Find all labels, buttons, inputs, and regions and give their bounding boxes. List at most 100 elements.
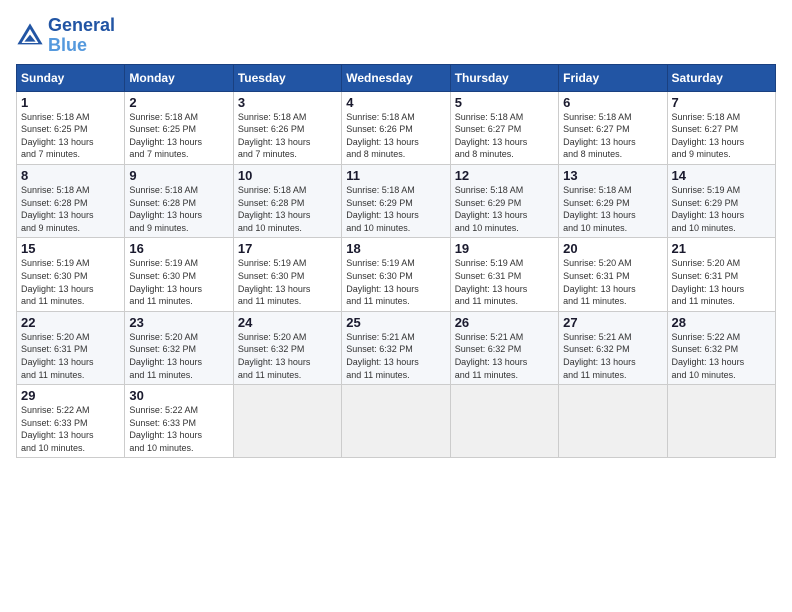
day-number: 19	[455, 241, 554, 256]
header-cell-monday: Monday	[125, 64, 233, 91]
day-info: Sunrise: 5:20 AMSunset: 6:31 PMDaylight:…	[563, 258, 636, 306]
calendar-cell: 12 Sunrise: 5:18 AMSunset: 6:29 PMDayligh…	[450, 164, 558, 237]
day-info: Sunrise: 5:20 AMSunset: 6:32 PMDaylight:…	[238, 332, 311, 380]
day-number: 11	[346, 168, 445, 183]
calendar-cell	[559, 385, 667, 458]
calendar-cell: 14 Sunrise: 5:19 AMSunset: 6:29 PMDayligh…	[667, 164, 775, 237]
day-info: Sunrise: 5:19 AMSunset: 6:30 PMDaylight:…	[238, 258, 311, 306]
calendar-cell: 24 Sunrise: 5:20 AMSunset: 6:32 PMDayligh…	[233, 311, 341, 384]
day-info: Sunrise: 5:22 AMSunset: 6:32 PMDaylight:…	[672, 332, 745, 380]
day-info: Sunrise: 5:18 AMSunset: 6:25 PMDaylight:…	[21, 112, 94, 160]
day-info: Sunrise: 5:18 AMSunset: 6:28 PMDaylight:…	[21, 185, 94, 233]
day-info: Sunrise: 5:18 AMSunset: 6:29 PMDaylight:…	[455, 185, 528, 233]
calendar-cell	[667, 385, 775, 458]
day-number: 4	[346, 95, 445, 110]
calendar-cell: 28 Sunrise: 5:22 AMSunset: 6:32 PMDayligh…	[667, 311, 775, 384]
day-info: Sunrise: 5:19 AMSunset: 6:30 PMDaylight:…	[21, 258, 94, 306]
day-number: 2	[129, 95, 228, 110]
calendar-cell: 25Sunrise: 5:21 AMSunset: 6:32 PMDayligh…	[342, 311, 450, 384]
day-number: 9	[129, 168, 228, 183]
day-number: 30	[129, 388, 228, 403]
day-number: 20	[563, 241, 662, 256]
day-info: Sunrise: 5:21 AMSunset: 6:32 PMDaylight:…	[455, 332, 528, 380]
calendar-cell: 5 Sunrise: 5:18 AMSunset: 6:27 PMDaylight…	[450, 91, 558, 164]
day-number: 21	[672, 241, 771, 256]
calendar-cell: 27Sunrise: 5:21 AMSunset: 6:32 PMDayligh…	[559, 311, 667, 384]
header-cell-tuesday: Tuesday	[233, 64, 341, 91]
day-number: 28	[672, 315, 771, 330]
day-info: Sunrise: 5:19 AMSunset: 6:29 PMDaylight:…	[672, 185, 745, 233]
calendar-week-row: 1 Sunrise: 5:18 AMSunset: 6:25 PMDaylight…	[17, 91, 776, 164]
day-info: Sunrise: 5:20 AMSunset: 6:31 PMDaylight:…	[672, 258, 745, 306]
day-number: 29	[21, 388, 120, 403]
day-number: 13	[563, 168, 662, 183]
header-cell-wednesday: Wednesday	[342, 64, 450, 91]
day-number: 12	[455, 168, 554, 183]
day-number: 8	[21, 168, 120, 183]
header-cell-thursday: Thursday	[450, 64, 558, 91]
day-info: Sunrise: 5:21 AMSunset: 6:32 PMDaylight:…	[346, 332, 419, 380]
calendar-cell: 11 Sunrise: 5:18 AMSunset: 6:29 PMDayligh…	[342, 164, 450, 237]
day-number: 14	[672, 168, 771, 183]
day-info: Sunrise: 5:19 AMSunset: 6:31 PMDaylight:…	[455, 258, 528, 306]
calendar-cell: 15 Sunrise: 5:19 AMSunset: 6:30 PMDayligh…	[17, 238, 125, 311]
calendar-cell: 18 Sunrise: 5:19 AMSunset: 6:30 PMDayligh…	[342, 238, 450, 311]
day-info: Sunrise: 5:18 AMSunset: 6:27 PMDaylight:…	[672, 112, 745, 160]
calendar-cell: 22Sunrise: 5:20 AMSunset: 6:31 PMDayligh…	[17, 311, 125, 384]
calendar-cell: 13 Sunrise: 5:18 AMSunset: 6:29 PMDayligh…	[559, 164, 667, 237]
day-info: Sunrise: 5:18 AMSunset: 6:28 PMDaylight:…	[238, 185, 311, 233]
day-number: 26	[455, 315, 554, 330]
calendar-cell: 4 Sunrise: 5:18 AMSunset: 6:26 PMDaylight…	[342, 91, 450, 164]
logo-icon	[16, 22, 44, 50]
day-number: 7	[672, 95, 771, 110]
day-info: Sunrise: 5:19 AMSunset: 6:30 PMDaylight:…	[129, 258, 202, 306]
header-row: SundayMondayTuesdayWednesdayThursdayFrid…	[17, 64, 776, 91]
day-info: Sunrise: 5:20 AMSunset: 6:32 PMDaylight:…	[129, 332, 202, 380]
day-number: 6	[563, 95, 662, 110]
calendar-cell: 8 Sunrise: 5:18 AMSunset: 6:28 PMDaylight…	[17, 164, 125, 237]
page-header: General Blue	[16, 16, 776, 56]
calendar-cell: 2Sunrise: 5:18 AMSunset: 6:25 PMDaylight…	[125, 91, 233, 164]
day-info: Sunrise: 5:18 AMSunset: 6:29 PMDaylight:…	[346, 185, 419, 233]
day-info: Sunrise: 5:18 AMSunset: 6:29 PMDaylight:…	[563, 185, 636, 233]
calendar-cell	[233, 385, 341, 458]
day-info: Sunrise: 5:18 AMSunset: 6:27 PMDaylight:…	[455, 112, 528, 160]
day-number: 16	[129, 241, 228, 256]
day-info: Sunrise: 5:19 AMSunset: 6:30 PMDaylight:…	[346, 258, 419, 306]
logo: General Blue	[16, 16, 115, 56]
calendar-cell: 10 Sunrise: 5:18 AMSunset: 6:28 PMDayligh…	[233, 164, 341, 237]
day-info: Sunrise: 5:18 AMSunset: 6:27 PMDaylight:…	[563, 112, 636, 160]
header-cell-friday: Friday	[559, 64, 667, 91]
day-info: Sunrise: 5:22 AMSunset: 6:33 PMDaylight:…	[21, 405, 94, 453]
day-number: 18	[346, 241, 445, 256]
calendar-cell	[450, 385, 558, 458]
day-number: 10	[238, 168, 337, 183]
day-number: 3	[238, 95, 337, 110]
day-number: 23	[129, 315, 228, 330]
calendar-cell: 26 Sunrise: 5:21 AMSunset: 6:32 PMDayligh…	[450, 311, 558, 384]
day-number: 17	[238, 241, 337, 256]
calendar-header: SundayMondayTuesdayWednesdayThursdayFrid…	[17, 64, 776, 91]
day-info: Sunrise: 5:22 AMSunset: 6:33 PMDaylight:…	[129, 405, 202, 453]
calendar-cell: 16 Sunrise: 5:19 AMSunset: 6:30 PMDayligh…	[125, 238, 233, 311]
day-number: 15	[21, 241, 120, 256]
calendar-cell: 21 Sunrise: 5:20 AMSunset: 6:31 PMDayligh…	[667, 238, 775, 311]
calendar-cell: 19 Sunrise: 5:19 AMSunset: 6:31 PMDayligh…	[450, 238, 558, 311]
day-number: 5	[455, 95, 554, 110]
calendar-table: SundayMondayTuesdayWednesdayThursdayFrid…	[16, 64, 776, 459]
calendar-cell: 1 Sunrise: 5:18 AMSunset: 6:25 PMDaylight…	[17, 91, 125, 164]
day-info: Sunrise: 5:18 AMSunset: 6:28 PMDaylight:…	[129, 185, 202, 233]
calendar-cell: 9 Sunrise: 5:18 AMSunset: 6:28 PMDaylight…	[125, 164, 233, 237]
calendar-cell: 3Sunrise: 5:18 AMSunset: 6:26 PMDaylight…	[233, 91, 341, 164]
calendar-cell: 23 Sunrise: 5:20 AMSunset: 6:32 PMDayligh…	[125, 311, 233, 384]
calendar-cell: 6 Sunrise: 5:18 AMSunset: 6:27 PMDaylight…	[559, 91, 667, 164]
calendar-cell	[342, 385, 450, 458]
day-number: 27	[563, 315, 662, 330]
day-number: 24	[238, 315, 337, 330]
day-info: Sunrise: 5:20 AMSunset: 6:31 PMDaylight:…	[21, 332, 94, 380]
day-info: Sunrise: 5:18 AMSunset: 6:26 PMDaylight:…	[346, 112, 419, 160]
day-number: 1	[21, 95, 120, 110]
header-cell-sunday: Sunday	[17, 64, 125, 91]
calendar-week-row: 29 Sunrise: 5:22 AMSunset: 6:33 PMDayligh…	[17, 385, 776, 458]
calendar-cell: 17 Sunrise: 5:19 AMSunset: 6:30 PMDayligh…	[233, 238, 341, 311]
